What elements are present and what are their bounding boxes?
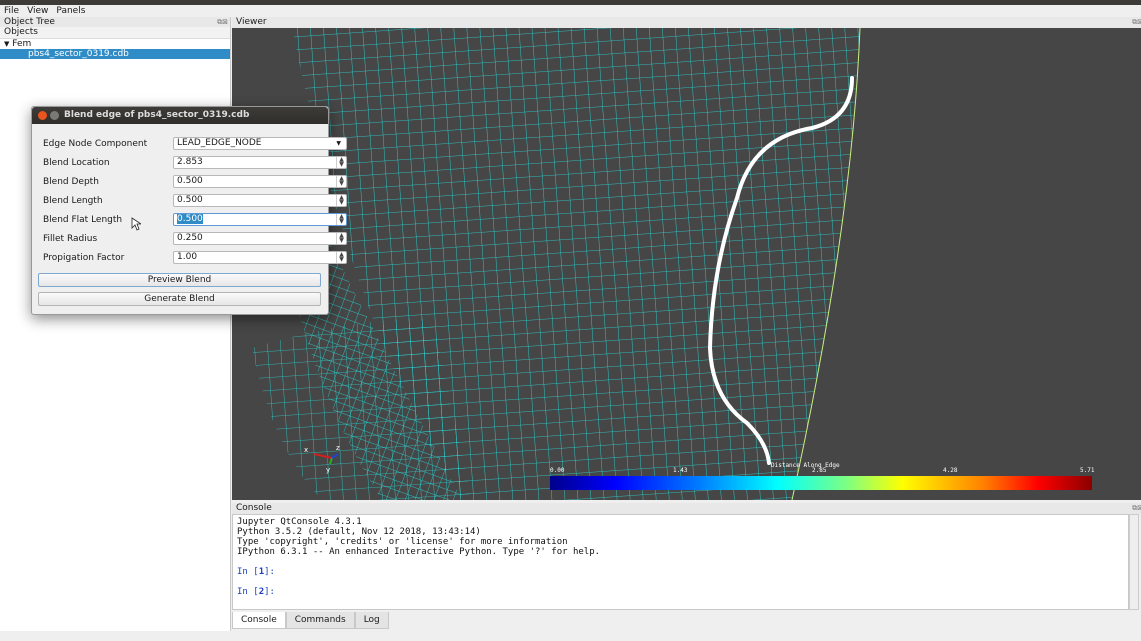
dock-buttons[interactable]: ⧉⊠ xyxy=(217,17,228,27)
viewer-title: Viewer xyxy=(236,17,267,27)
console-scrollbar[interactable] xyxy=(1129,514,1139,610)
spin-arrows-icon[interactable]: ▲ ▼ xyxy=(336,195,346,206)
edge-node-component-combo[interactable]: LEAD_EDGE_NODE ▼ xyxy=(173,137,347,150)
minimize-icon[interactable] xyxy=(50,111,59,120)
mesh-render[interactable]: x y z xyxy=(232,28,1141,500)
console-output[interactable]: Jupyter QtConsole 4.3.1 Python 3.5.2 (de… xyxy=(232,514,1129,610)
spin-arrows-icon[interactable]: ▲ ▼ xyxy=(336,214,346,225)
menu-file[interactable]: File xyxy=(0,5,23,17)
console-line: Type 'copyright', 'credits' or 'license'… xyxy=(237,537,568,547)
triangle-down-icon[interactable]: ▼ xyxy=(4,40,9,48)
colorbar-tick: 2.85 xyxy=(812,467,827,474)
svg-text:y: y xyxy=(326,466,330,474)
object-tree-title: Object Tree xyxy=(4,17,55,27)
bottom-tab-bar: Console Commands Log xyxy=(232,612,389,630)
field-label: Fillet Radius xyxy=(43,234,98,244)
console-line: IPython 6.3.1 -- An enhanced Interactive… xyxy=(237,547,601,557)
blend-location-spin[interactable]: 2.853 ▲ ▼ xyxy=(173,156,347,169)
tab-commands[interactable]: Commands xyxy=(285,612,355,629)
menu-view[interactable]: View xyxy=(23,5,52,17)
fillet-radius-spin[interactable]: 0.250 ▲ ▼ xyxy=(173,232,347,245)
field-label: Blend Length xyxy=(43,196,103,206)
svg-text:z: z xyxy=(336,444,340,452)
colorbar-tick: 0.00 xyxy=(550,467,565,474)
menu-panels[interactable]: Panels xyxy=(52,5,89,17)
object-tree-title-bar: Object Tree ⧉⊠ xyxy=(0,17,230,27)
close-icon[interactable] xyxy=(38,111,47,120)
chevron-down-icon: ▼ xyxy=(336,140,341,147)
field-label: Edge Node Component xyxy=(43,139,148,149)
console-title-bar: Console ⧉⊠ xyxy=(232,503,1141,514)
blend-edge-dialog: Blend edge of pbs4_sector_0319.cdb Edge … xyxy=(31,106,347,315)
colorbar-tick: 4.28 xyxy=(943,467,958,474)
colorbar-title: Distance Along Edge xyxy=(771,462,840,469)
blend-length-spin[interactable]: 0.500 ▲ ▼ xyxy=(173,194,347,207)
console-line: Python 3.5.2 (default, Nov 12 2018, 13:4… xyxy=(237,527,481,537)
console-line: Jupyter QtConsole 4.3.1 xyxy=(237,517,362,527)
field-label: Blend Location xyxy=(43,158,110,168)
svg-text:x: x xyxy=(304,446,308,454)
blend-flat-length-spin[interactable]: 0.500 ▲ ▼ xyxy=(173,213,347,226)
tab-log[interactable]: Log xyxy=(354,612,389,629)
generate-blend-button[interactable]: Generate Blend xyxy=(38,292,321,306)
spin-arrows-icon[interactable]: ▲ ▼ xyxy=(336,157,346,168)
field-label: Blend Flat Length xyxy=(43,215,123,225)
field-label: Propigation Factor xyxy=(43,253,125,263)
colorbar-tick: 1.43 xyxy=(673,467,688,474)
menu-bar: File View Panels xyxy=(0,5,1141,17)
colorbar-labels: 0.00 1.43 Distance Along Edge 2.85 4.28 … xyxy=(550,462,1095,489)
dock-buttons[interactable]: ⧉⊠ xyxy=(1132,503,1141,513)
viewer-title-bar: Viewer ⧉⊠ xyxy=(232,17,1141,28)
spin-arrows-icon[interactable]: ▲ ▼ xyxy=(336,176,346,187)
dock-buttons[interactable]: ⧉⊠ xyxy=(1132,17,1141,27)
tree-item-fem[interactable]: ▼ Fem xyxy=(0,39,230,49)
propigation-factor-spin[interactable]: 1.00 ▲ ▼ xyxy=(173,251,347,264)
console-prompt[interactable]: In [2]: xyxy=(237,587,1124,597)
mouse-cursor-icon xyxy=(131,217,141,231)
tree-item-label: Fem xyxy=(12,39,32,49)
tree-item-cdb-file[interactable]: pbs4_sector_0319.cdb xyxy=(0,49,230,59)
dialog-title: Blend edge of pbs4_sector_0319.cdb xyxy=(64,110,250,120)
console-title: Console xyxy=(236,503,272,513)
colorbar-tick: 5.71 xyxy=(1080,467,1095,474)
tab-console[interactable]: Console xyxy=(232,612,286,629)
console-prompt: In [1]: xyxy=(237,567,275,577)
tree-header: Objects xyxy=(0,27,230,39)
spin-arrows-icon[interactable]: ▲ ▼ xyxy=(336,233,346,244)
blend-depth-spin[interactable]: 0.500 ▲ ▼ xyxy=(173,175,347,188)
dialog-title-bar[interactable]: Blend edge of pbs4_sector_0319.cdb xyxy=(32,107,328,124)
spin-arrows-icon[interactable]: ▲ ▼ xyxy=(336,252,346,263)
viewer-3d-canvas[interactable]: x y z 0.00 1.43 Distance Along Edge 2.85… xyxy=(232,28,1141,500)
field-label: Blend Depth xyxy=(43,177,99,187)
preview-blend-button[interactable]: Preview Blend xyxy=(38,273,321,287)
